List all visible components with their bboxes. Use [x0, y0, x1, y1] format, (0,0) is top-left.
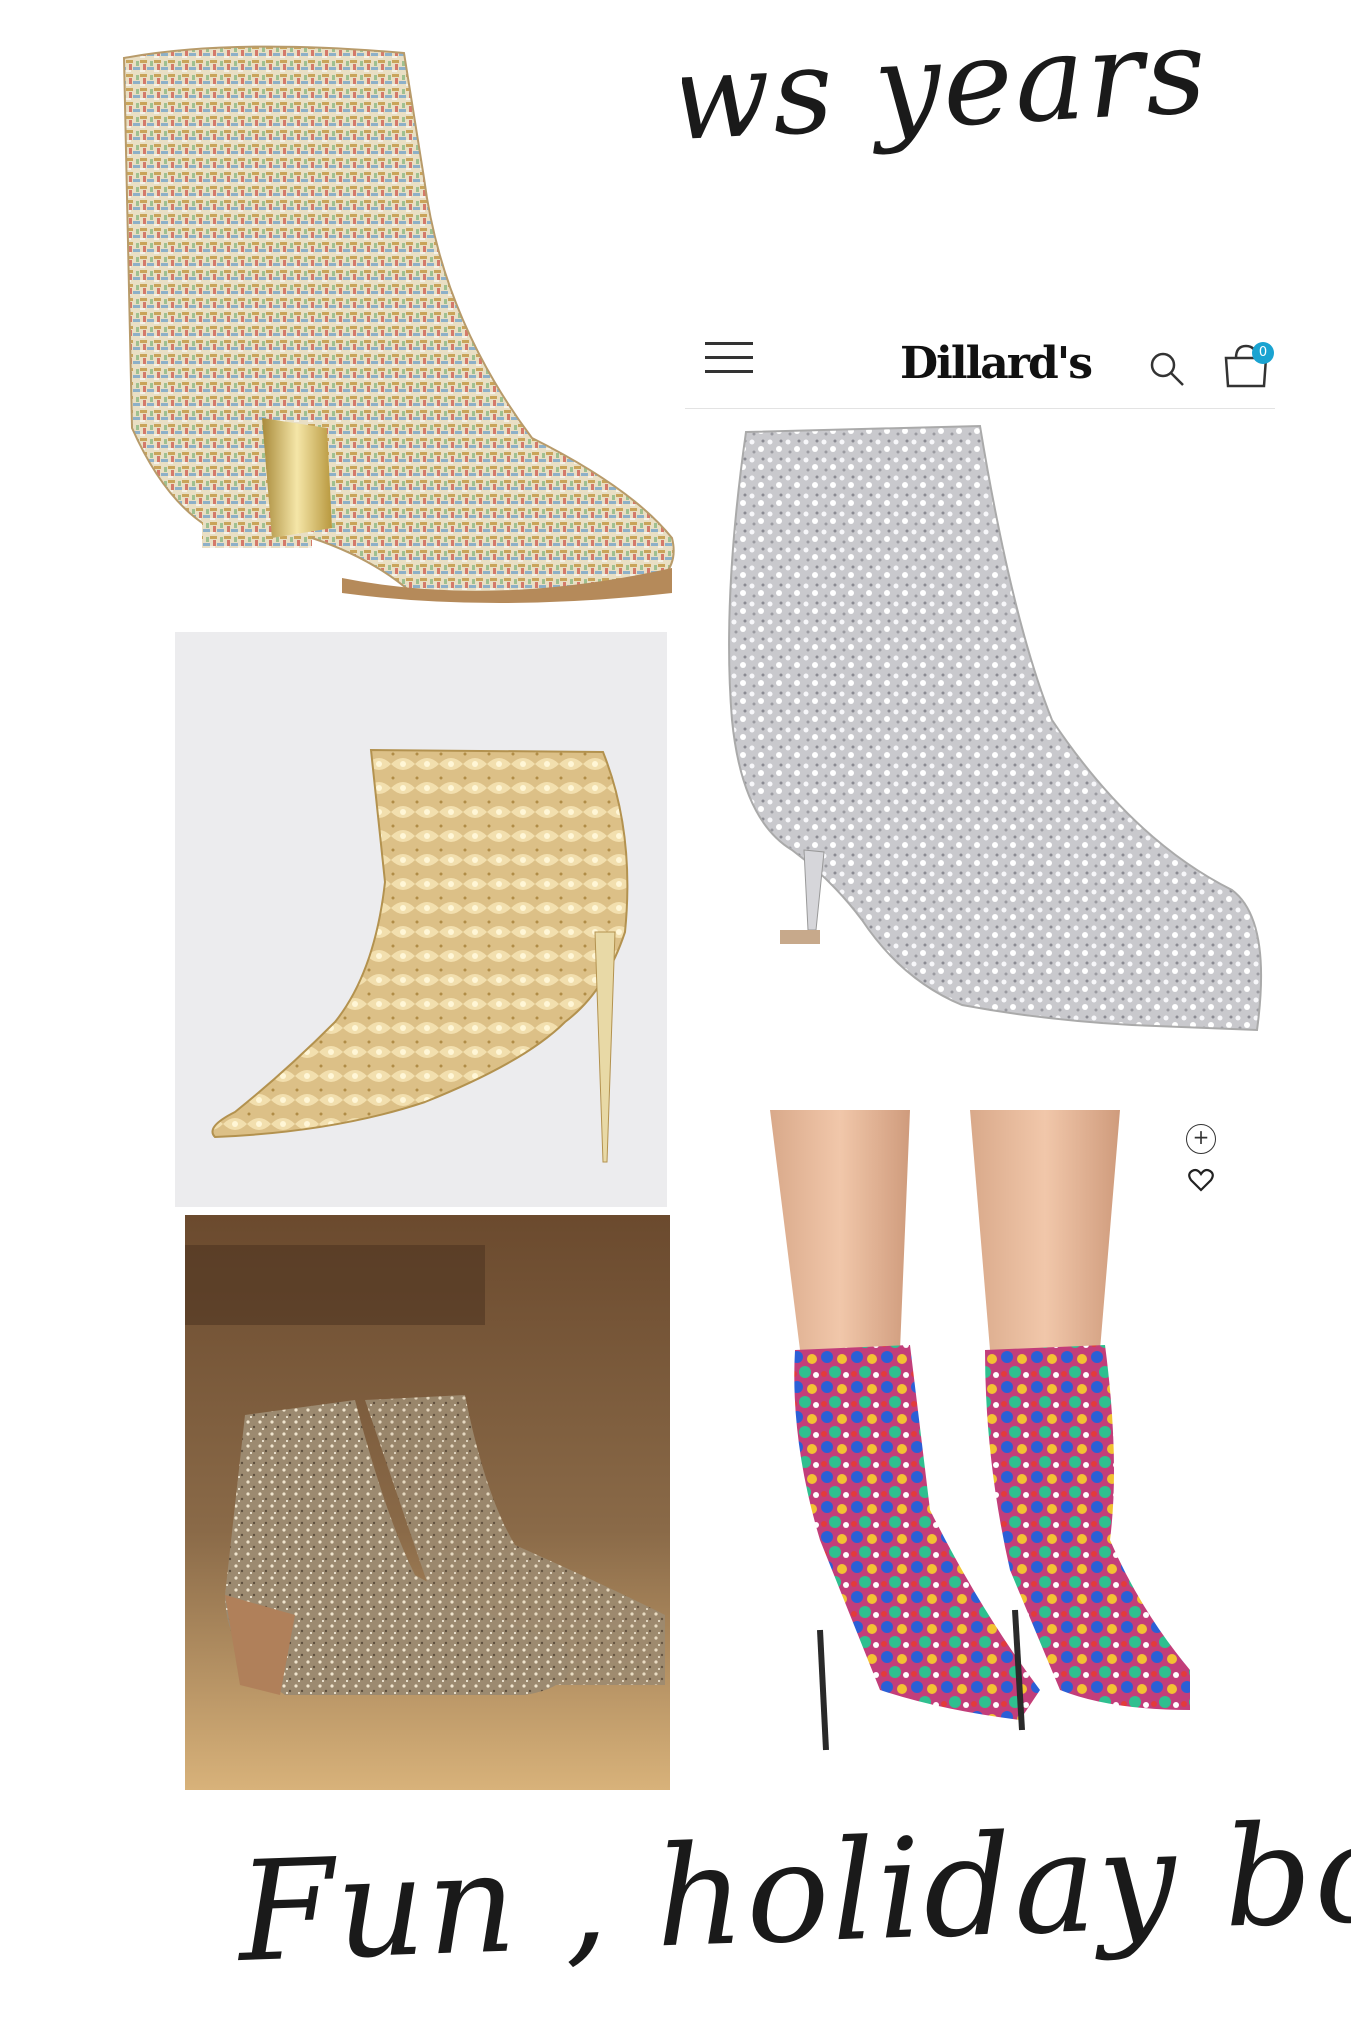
tweed-bootie-photo — [112, 18, 682, 603]
gold-embellished-bootie-photo — [175, 632, 667, 1207]
jeweled-booties-photo — [760, 1110, 1190, 1770]
title-bottom: Fun , holiday boots — [235, 1784, 1351, 1993]
dillards-header: Dillard's 0 — [685, 320, 1275, 409]
heart-icon[interactable] — [1188, 1168, 1214, 1192]
search-icon[interactable] — [1148, 350, 1186, 388]
brand-logo[interactable]: Dillard's — [900, 338, 1093, 389]
glitter-western-booties-photo — [185, 1215, 670, 1790]
plus-icon[interactable]: + — [1186, 1124, 1216, 1154]
menu-icon[interactable] — [705, 342, 753, 376]
silver-rhinestone-bootie-photo — [712, 420, 1272, 1045]
cart-count-badge: 0 — [1252, 342, 1274, 364]
